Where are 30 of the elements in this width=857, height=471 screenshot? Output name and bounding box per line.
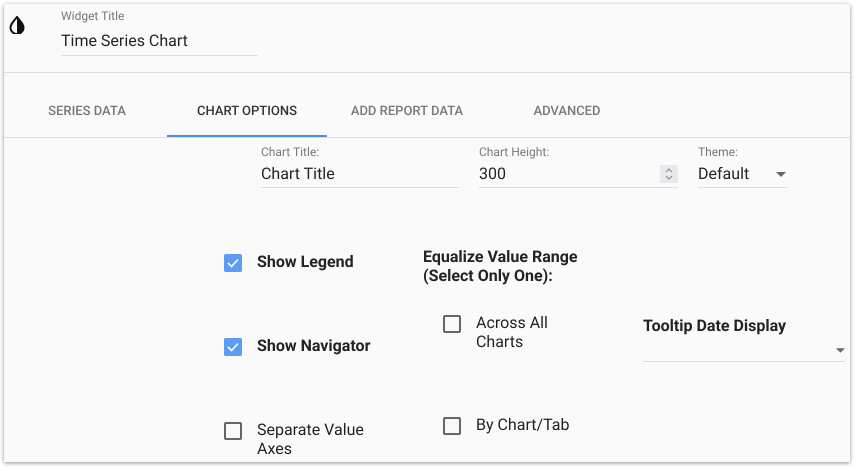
checkbox[interactable] <box>443 417 461 435</box>
field-label: Chart Title: <box>261 145 320 159</box>
field-label: Chart Height: <box>479 145 550 159</box>
caret-icon <box>836 348 845 352</box>
input-field[interactable]: Chart Title <box>261 161 459 188</box>
tab[interactable]: ADVANCED <box>487 89 647 137</box>
checkbox-label: Show Legend <box>257 252 355 271</box>
checkbox-label: Separate Value Axes <box>257 420 365 458</box>
checkmark-icon <box>227 342 239 352</box>
checkbox[interactable] <box>224 254 242 272</box>
input-field[interactable]: 300 <box>479 161 678 188</box>
theme-dropdown[interactable]: Default <box>698 161 788 188</box>
field-label: Widget Title <box>61 9 126 23</box>
contrast-icon <box>9 16 25 34</box>
spinner-icon[interactable] <box>660 165 678 183</box>
checkbox[interactable] <box>224 338 242 356</box>
checkbox-label: Show Navigator <box>257 336 372 355</box>
field-label: Tooltip Date Display <box>643 316 788 335</box>
input-field[interactable]: Time Series Chart <box>61 26 258 56</box>
checkbox[interactable] <box>224 422 242 440</box>
checkmark-icon <box>227 258 239 268</box>
tab[interactable]: SERIES DATA <box>7 89 167 137</box>
tab[interactable]: CHART OPTIONS <box>167 89 327 137</box>
checkbox[interactable] <box>443 315 461 333</box>
section-heading: Equalize Value Range (Select Only One): <box>423 247 579 285</box>
field-label: Theme: <box>698 145 739 159</box>
tab[interactable]: ADD REPORT DATA <box>327 89 487 137</box>
caret-icon <box>776 172 786 176</box>
checkbox-label: Across All Charts <box>476 313 549 351</box>
checkbox-label: By Chart/Tab <box>476 415 570 434</box>
